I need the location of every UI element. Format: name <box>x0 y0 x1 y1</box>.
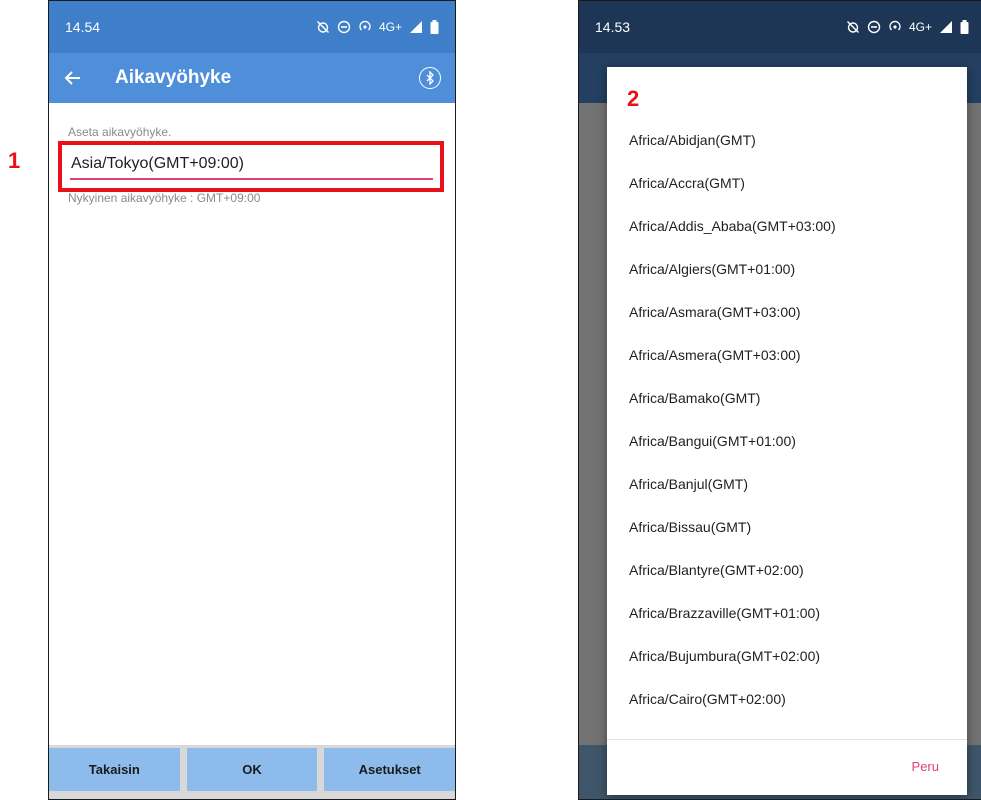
timezone-option[interactable]: Africa/Accra(GMT) <box>607 162 967 205</box>
timezone-picker-dialog: Africa/Abidjan(GMT) Africa/Accra(GMT) Afri… <box>607 67 967 795</box>
do-not-disturb-icon <box>867 20 881 34</box>
current-timezone-text: Nykyinen aikavyöhyke : GMT+09:00 <box>68 191 261 205</box>
set-timezone-label: Aseta aikavyöhyke. <box>68 125 172 139</box>
alarm-off-icon <box>846 21 859 33</box>
highlight-box <box>58 141 444 192</box>
timezone-option[interactable]: Africa/Addis_Ababa(GMT+03:00) <box>607 205 967 248</box>
do-not-disturb-icon <box>337 20 351 34</box>
timezone-option[interactable]: Africa/Bujumbura(GMT+02:00) <box>607 635 967 678</box>
battery-icon <box>430 20 439 34</box>
timezone-list: Africa/Abidjan(GMT) Africa/Accra(GMT) Afri… <box>607 119 967 721</box>
step-marker-2: 2 <box>627 86 640 111</box>
timezone-option[interactable]: Africa/Cairo(GMT+02:00) <box>607 678 967 721</box>
hotspot-icon <box>889 20 901 31</box>
timezone-option[interactable]: Africa/Bamako(GMT) <box>607 377 967 420</box>
page-title: Aikavyöhyke <box>115 67 232 88</box>
content-area: Aseta aikavyöhyke. Asia/Tokyo(GMT+09:00)… <box>49 103 455 747</box>
status-bar: 14.53 4G+ <box>579 1 981 53</box>
timezone-option[interactable]: Africa/Asmara(GMT+03:00) <box>607 291 967 334</box>
status-time: 14.53 <box>595 19 631 35</box>
dialog-divider <box>607 739 967 740</box>
settings-button[interactable]: Asetukset <box>324 748 455 791</box>
back-arrow-icon[interactable] <box>63 68 83 88</box>
bottom-button-bar: Takaisin OK Asetukset <box>49 745 455 799</box>
timezone-option[interactable]: Africa/Abidjan(GMT) <box>607 119 967 162</box>
alarm-off-icon <box>316 21 329 33</box>
right-screen: 14.53 4G+ Africa/Abidjan(GMT) Africa/Accr… <box>578 0 981 800</box>
left-screen: 14.54 4G+ Aikavyöhyke Aseta aikavyöhyke.… <box>48 0 456 800</box>
timezone-option[interactable]: Africa/Asmera(GMT+03:00) <box>607 334 967 377</box>
timezone-option[interactable]: Africa/Blantyre(GMT+02:00) <box>607 549 967 592</box>
timezone-option[interactable]: Africa/Bangui(GMT+01:00) <box>607 420 967 463</box>
status-icons: 4G+ <box>846 20 969 34</box>
status-icons: 4G+ <box>316 20 439 34</box>
back-button[interactable]: Takaisin <box>49 748 180 791</box>
signal-icon <box>940 21 952 33</box>
timezone-option[interactable]: Africa/Bissau(GMT) <box>607 506 967 549</box>
timezone-option[interactable]: Africa/Banjul(GMT) <box>607 463 967 506</box>
timezone-option[interactable]: Africa/Algiers(GMT+01:00) <box>607 248 967 291</box>
battery-icon <box>960 20 969 34</box>
network-type: 4G+ <box>908 20 932 34</box>
signal-icon <box>410 21 422 33</box>
network-type: 4G+ <box>378 20 402 34</box>
cancel-button[interactable]: Peru <box>912 759 939 774</box>
bluetooth-icon[interactable] <box>419 67 441 89</box>
status-time: 14.54 <box>65 19 101 35</box>
status-bar: 14.54 4G+ <box>49 1 455 53</box>
step-marker-1: 1 <box>8 148 21 173</box>
app-bar: Aikavyöhyke <box>49 53 455 103</box>
hotspot-icon <box>359 20 371 31</box>
ok-button[interactable]: OK <box>186 748 318 791</box>
timezone-option[interactable]: Africa/Brazzaville(GMT+01:00) <box>607 592 967 635</box>
